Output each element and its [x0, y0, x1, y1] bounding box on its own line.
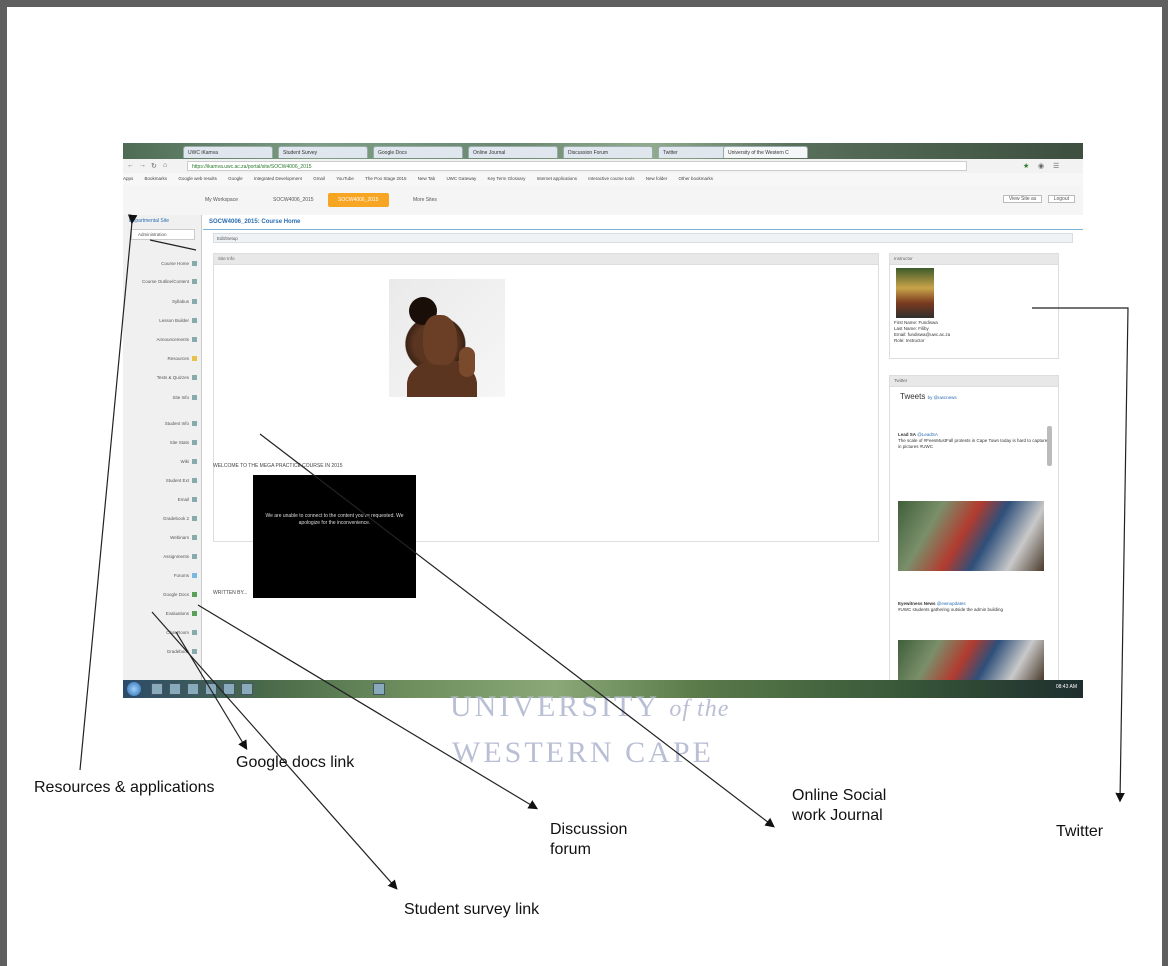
label-journal-line1: Online Social — [792, 787, 887, 804]
label-resources: Resources & applications — [34, 779, 215, 796]
label-discussion-line1: Discussion — [550, 821, 628, 838]
arrow-resources — [79, 214, 138, 771]
label-discussion-forum: Discussion forum — [550, 820, 627, 860]
arrow-google-docs — [175, 631, 248, 751]
label-online-journal: Online Social work Journal — [792, 786, 886, 826]
label-twitter: Twitter — [1056, 823, 1104, 840]
label-student-survey: Student survey link — [404, 901, 540, 918]
arrow-discussion — [197, 604, 539, 810]
label-google-docs: Google docs link — [236, 754, 355, 771]
label-discussion-line2: forum — [550, 841, 591, 858]
arrow-twitter — [1032, 307, 1129, 803]
label-journal-line2: work Journal — [792, 807, 883, 824]
arrow-resources-tip — [149, 239, 197, 251]
